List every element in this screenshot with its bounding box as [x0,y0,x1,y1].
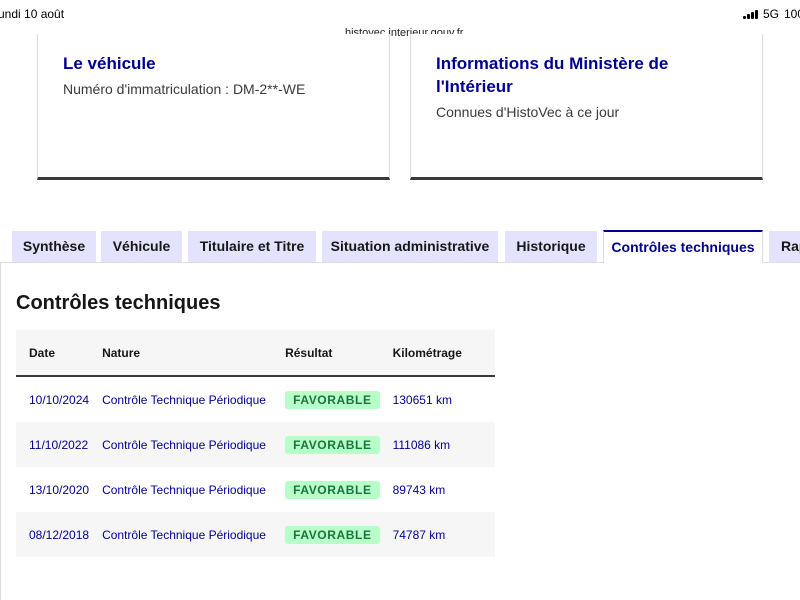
network-type: 5G [762,7,779,21]
inspection-result-cell: FAVORABLE [272,467,380,512]
status-badge: FAVORABLE [285,435,380,454]
section-title: Contrôles techniques [16,292,221,314]
vehicle-card-title[interactable]: Le véhicule [63,52,373,75]
status-indicators: 5G 100 [742,7,800,21]
cellular-signal-icon [742,9,758,19]
column-header-nature: Nature [89,330,273,377]
inspection-date: 13/10/2020 [29,482,90,497]
tab-historique[interactable]: Historique [505,231,597,262]
column-header-mileage: Kilométrage [379,330,495,377]
technical-inspections-table: Date Nature Résultat Kilométrage 10/10/2… [16,330,495,557]
inspection-nature: Contrôle Technique Périodique [89,422,273,467]
table-row: 13/10/2020 Contrôle Technique Périodique… [16,467,495,512]
table-header-row: Date Nature Résultat Kilométrage [16,330,495,377]
vehicle-card-description: Numéro d'immatriculation : DM-2**-WE [63,81,306,97]
inspection-mileage: 130651 km [392,392,452,407]
table-row: 11/10/2022 Contrôle Technique Périodique… [16,422,495,467]
battery-level: 100 [783,7,800,21]
inspection-date: 10/10/2024 [29,392,90,407]
table-row: 10/10/2024 Contrôle Technique Périodique… [16,376,495,422]
inspection-mileage: 89743 km [392,482,446,497]
ministry-info-card-description: Connues d'HistoVec à ce jour [436,104,620,120]
status-badge: FAVORABLE [285,390,380,409]
ministry-info-card-title[interactable]: Informations du Ministère de l'Intérieur [436,52,746,98]
inspection-date: 08/12/2018 [16,512,90,557]
column-header-date: Date [16,330,90,377]
status-badge: FAVORABLE [285,525,380,544]
ministry-info-card: Informations du Ministère de l'Intérieur… [410,34,763,180]
inspection-result-cell: FAVORABLE [272,512,380,557]
inspection-mileage: 74787 km [379,512,495,557]
tab-rapport-partial[interactable]: Rap [769,231,800,262]
inspection-date: 11/10/2022 [16,422,90,467]
tab-synthese[interactable]: Synthèse [12,231,96,262]
inspection-result-cell: FAVORABLE [272,376,380,422]
inspection-mileage: 111086 km [379,422,495,467]
table-row: 08/12/2018 Contrôle Technique Périodique… [16,512,495,557]
vehicle-card: Le véhicule Numéro d'immatriculation : D… [37,34,390,180]
inspection-nature: Contrôle Technique Périodique [89,512,273,557]
inspection-nature: Contrôle Technique Périodique [102,392,266,407]
column-header-result: Résultat [272,330,380,377]
tab-situation-administrative[interactable]: Situation administrative [322,231,498,262]
inspection-result-cell: FAVORABLE [272,422,380,467]
status-date: undi 10 août [0,7,65,21]
tab-controles-techniques[interactable]: Contrôles techniques [603,230,763,263]
inspection-nature: Contrôle Technique Périodique [102,482,266,497]
status-badge: FAVORABLE [285,480,380,499]
tab-titulaire-titre[interactable]: Titulaire et Titre [188,231,316,262]
tab-vehicule[interactable]: Véhicule [101,231,182,262]
